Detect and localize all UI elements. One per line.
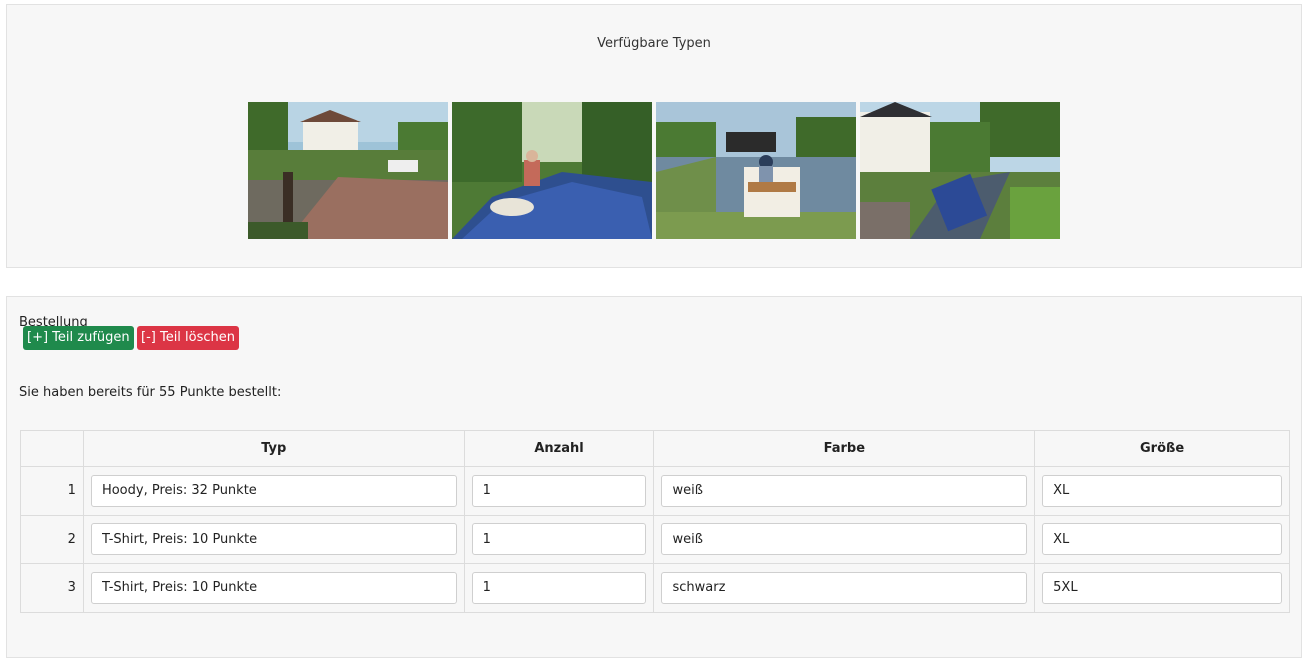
order-table: Typ Anzahl Farbe Größe 1 2 3 — [20, 430, 1290, 613]
row-number: 3 — [20, 563, 84, 613]
canal-cottage-boat-photo[interactable] — [860, 102, 1060, 239]
order-panel: Bestellung Sie haben bereits für 55 Punk… — [6, 296, 1302, 658]
anzahl-input[interactable] — [471, 474, 647, 507]
narrowboat-bow-photo[interactable] — [452, 102, 652, 239]
delete-item-button[interactable]: [-] Teil löschen — [137, 326, 240, 350]
anzahl-input[interactable] — [471, 523, 647, 556]
boat-on-canal-photo[interactable] — [656, 102, 856, 239]
row-number: 1 — [20, 466, 84, 516]
farbe-input[interactable] — [661, 474, 1028, 507]
anzahl-input[interactable] — [471, 571, 647, 604]
groesse-input[interactable] — [1042, 474, 1282, 507]
typ-input[interactable] — [90, 474, 457, 507]
add-item-button[interactable]: [+] Teil zufügen — [23, 326, 134, 350]
row-number: 2 — [20, 514, 84, 564]
canal-lock-cottage-photo[interactable] — [248, 102, 448, 239]
groesse-input[interactable] — [1042, 523, 1282, 556]
types-panel: Verfügbare Typen — [6, 4, 1302, 268]
header-typ: Typ — [82, 430, 465, 467]
type-gallery — [248, 102, 1060, 239]
typ-input[interactable] — [90, 523, 457, 556]
header-num — [20, 430, 84, 467]
farbe-input[interactable] — [661, 523, 1028, 556]
farbe-input[interactable] — [661, 571, 1028, 604]
types-title: Verfügbare Typen — [597, 36, 711, 51]
header-anzahl: Anzahl — [463, 430, 655, 467]
header-groesse: Größe — [1034, 430, 1290, 467]
order-table-header: Typ Anzahl Farbe Größe — [20, 430, 1290, 467]
typ-input[interactable] — [90, 571, 457, 604]
groesse-input[interactable] — [1042, 571, 1282, 604]
table-row: 2 — [20, 514, 1290, 564]
table-row: 1 — [20, 466, 1290, 516]
table-row: 3 — [20, 563, 1290, 613]
order-summary: Sie haben bereits für 55 Punkte bestellt… — [19, 385, 282, 400]
header-farbe: Farbe — [653, 430, 1036, 467]
